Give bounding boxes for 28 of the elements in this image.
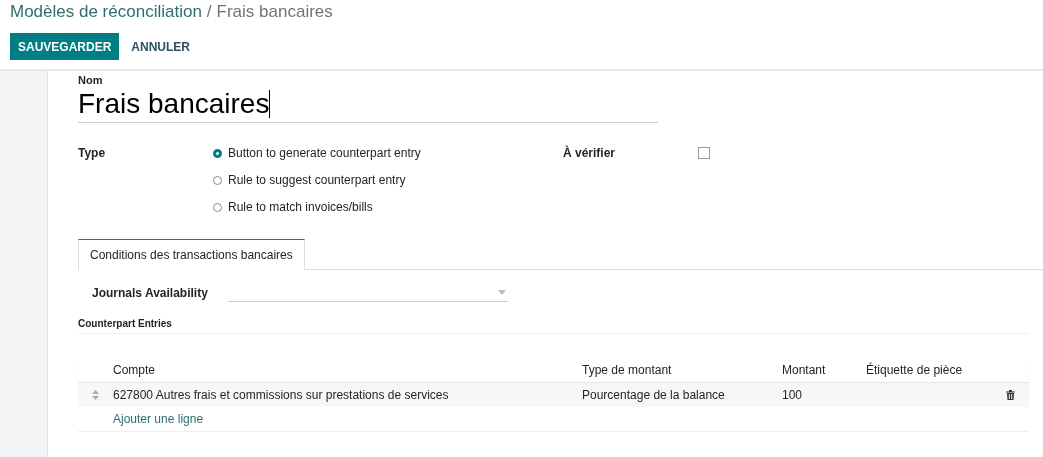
radio-button[interactable] (213, 148, 222, 158)
breadcrumb-current: Frais bancaires (216, 2, 333, 21)
breadcrumb-separator: / (206, 2, 212, 21)
table-cell: Pourcentage de la balance (582, 388, 725, 402)
column-header: Compte (113, 363, 157, 377)
radio-label[interactable]: Button to generate counterpart entry (228, 145, 421, 161)
save-button[interactable]: SAUVEGARDER (10, 33, 120, 60)
name-input[interactable]: Frais bancaires (78, 86, 658, 123)
column-header: Étiquette de pièce (866, 363, 964, 377)
field-label: À vérifier (563, 145, 617, 161)
radio-label[interactable]: Rule to suggest counterpart entry (228, 172, 406, 188)
tab[interactable]: Conditions des transactions bancaires (78, 239, 305, 270)
trash-icon[interactable] (1006, 390, 1015, 400)
table-cell: 627800 Autres frais et commissions sur prestations de services (113, 388, 449, 402)
table-cell: 100 (782, 388, 803, 402)
section-title: Counterpart Entries (78, 318, 1029, 334)
cancel-button[interactable]: ANNULER (123, 33, 199, 60)
checkbox[interactable] (698, 147, 710, 159)
field-label: Nom (78, 74, 104, 86)
field-label: Type (78, 145, 107, 161)
column-header: Montant (782, 363, 827, 377)
breadcrumb-link[interactable]: Modèles de réconciliation (10, 2, 202, 21)
add-line-link[interactable]: Ajouter une ligne (113, 412, 204, 426)
drag-handle-icon[interactable] (92, 390, 99, 400)
radio-label[interactable]: Rule to match invoices/bills (228, 199, 373, 215)
dropdown-caret-icon (498, 290, 506, 295)
column-header: Type de montant (582, 363, 673, 377)
field-label: Journals Availability (92, 285, 209, 301)
